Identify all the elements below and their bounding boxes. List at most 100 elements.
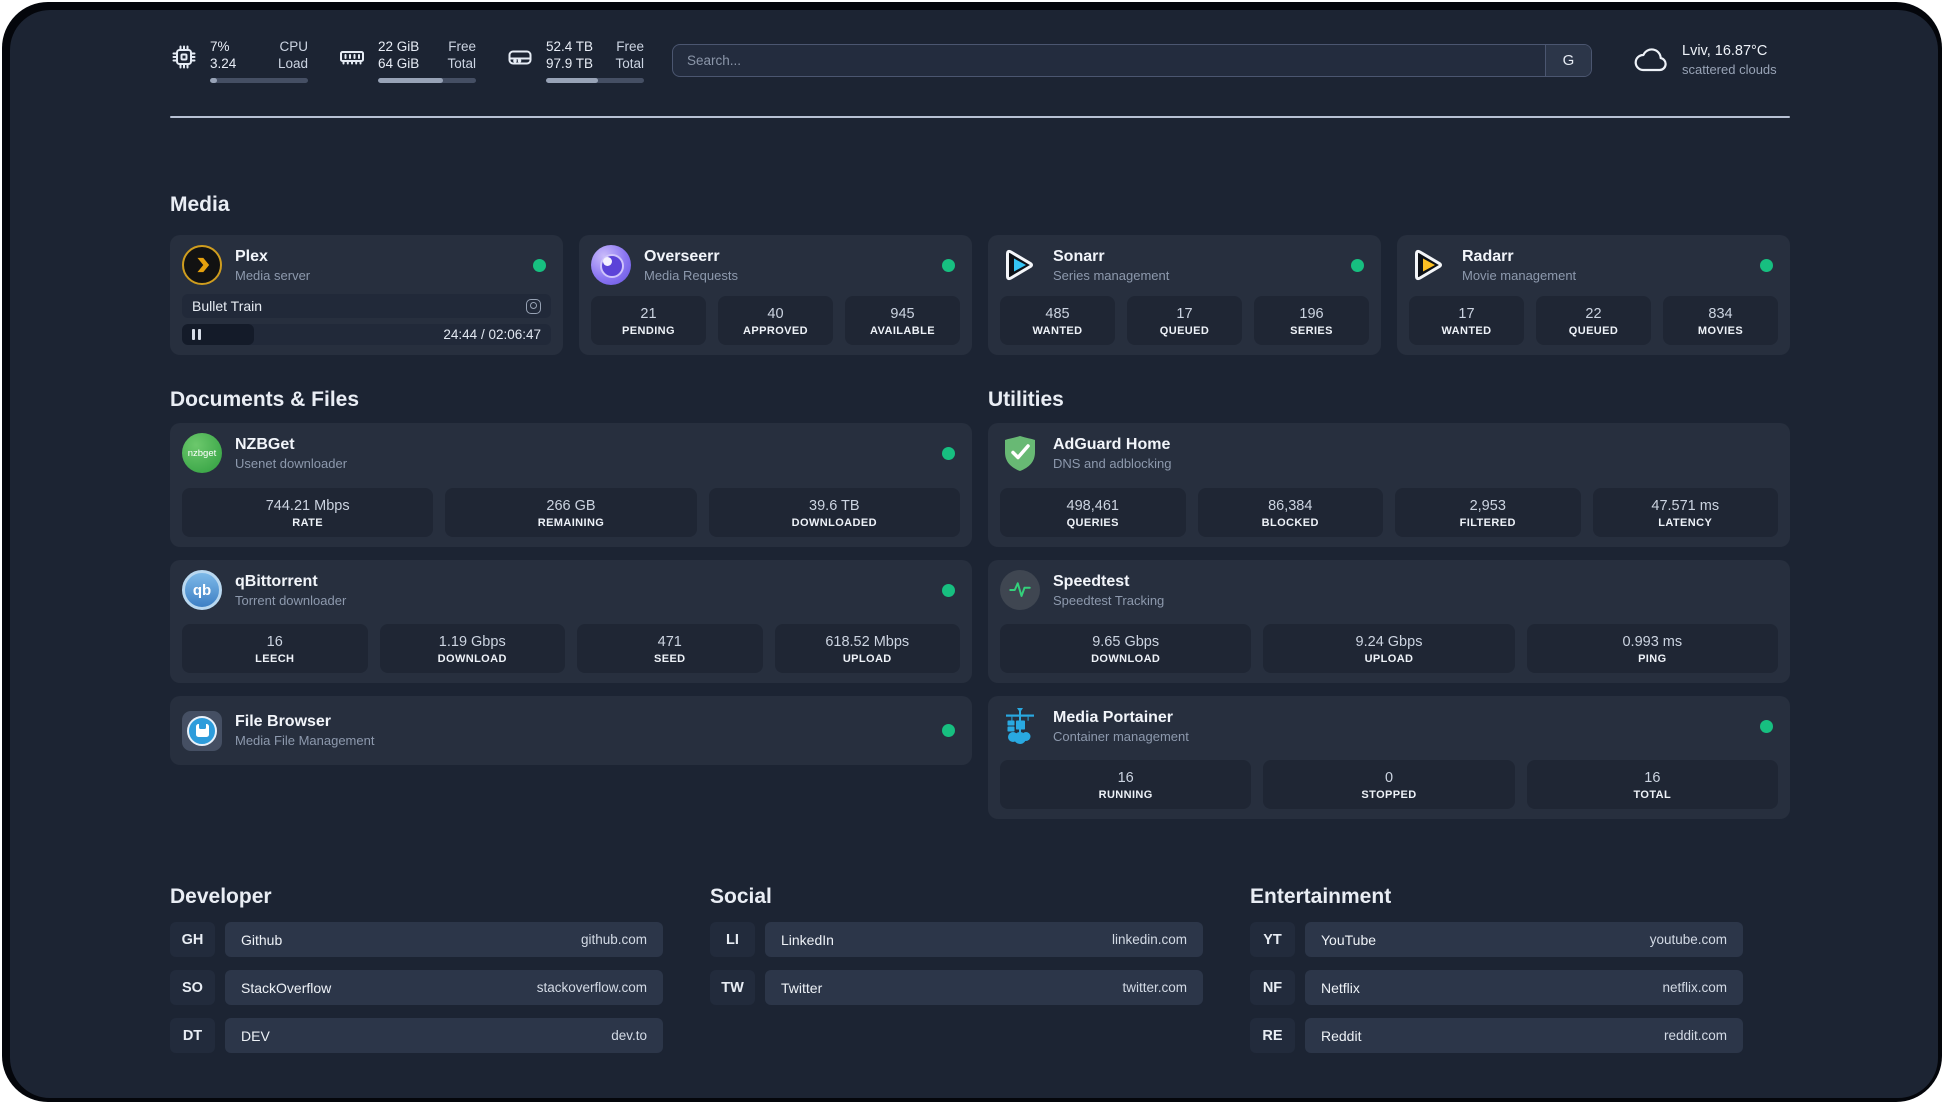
app-title: AdGuard Home [1053, 435, 1171, 453]
stat-box: 196 SERIES [1254, 296, 1369, 345]
app-subtitle: Speedtest Tracking [1053, 592, 1165, 608]
cpu-icon [172, 45, 196, 68]
stat-box: 471 SEED [577, 624, 763, 673]
link-github[interactable]: GH Github github.com [170, 922, 663, 957]
section-title-developer: Developer [170, 885, 272, 908]
app-card-nzbget[interactable]: nzbget NZBGet Usenet downloader 744.21 M… [170, 423, 972, 547]
search-bar: G [672, 43, 1592, 77]
app-title: qBittorrent [235, 572, 318, 590]
search-input[interactable] [673, 44, 1545, 76]
app-title: Speedtest [1053, 572, 1130, 590]
link-stackoverflow[interactable]: SO StackOverflow stackoverflow.com [170, 970, 663, 1005]
app-card-sonarr[interactable]: Sonarr Series management 485 WANTED 17 QUE… [988, 235, 1381, 355]
stat-box: 834 MOVIES [1663, 296, 1778, 345]
pause-icon[interactable] [192, 329, 201, 341]
ram-icon [340, 50, 364, 64]
link-url: linkedin.com [1111, 932, 1187, 947]
app-card-radarr[interactable]: Radarr Movie management 17 WANTED 22 QUEUE… [1397, 235, 1790, 355]
session-camera-icon [526, 298, 541, 314]
ram-stat: 22 GiB Free 64 GiB Total [338, 38, 476, 83]
link-reddit[interactable]: RE Reddit reddit.com [1250, 1018, 1743, 1053]
cpu-load-value: 3.24 [210, 56, 237, 71]
link-abbr: RE [1250, 1018, 1295, 1053]
app-title: Overseerr [644, 247, 720, 265]
ram-free-value: 22 GiB [378, 38, 420, 54]
stat-box: 86,384 BLOCKED [1197, 488, 1383, 537]
section-title-documents: Documents & Files [170, 388, 360, 411]
cpu-usage-label: CPU [279, 38, 308, 54]
link-dev[interactable]: DT DEV dev.to [170, 1018, 663, 1053]
developer-links: GH Github github.com SO StackOverflow stac… [170, 922, 663, 1053]
playback-time: 24:44 / 02:06:47 [443, 327, 541, 343]
link-name: Github [241, 931, 283, 948]
app-card-qbittorrent[interactable]: qb qBittorrent Torrent downloader 16 LEEC… [170, 560, 972, 683]
link-url: twitter.com [1122, 980, 1187, 995]
app-card-overseerr[interactable]: Overseerr Media Requests 21 PENDING 40 APP… [579, 235, 972, 355]
app-subtitle: Media File Management [235, 733, 375, 748]
status-online-dot [1760, 258, 1773, 272]
section-title-utilities: Utilities [988, 388, 1064, 411]
weather-location-temp: Lviv, 16.87°C [1682, 43, 1768, 59]
link-url: dev.to [611, 1028, 647, 1043]
status-online-dot [1351, 258, 1364, 272]
stat-box: 17 QUEUED [1127, 296, 1242, 345]
app-card-filebrowser[interactable]: File Browser Media File Management [170, 696, 972, 765]
app-subtitle: Movie management [1462, 267, 1577, 283]
stat-box: 17 WANTED [1409, 296, 1524, 345]
status-online-dot [533, 258, 546, 272]
documents-column: nzbget NZBGet Usenet downloader 744.21 M… [170, 423, 972, 765]
stat-box: 39.6 TB DOWNLOADED [708, 488, 960, 537]
search-engine-button[interactable]: G [1545, 44, 1591, 76]
now-playing-row: Bullet Train [182, 294, 551, 319]
link-url: github.com [580, 932, 647, 947]
stat-box: 0 STOPPED [1263, 760, 1515, 809]
link-abbr: LI [710, 922, 755, 957]
disk-free-value: 52.4 TB [546, 38, 594, 54]
link-netflix[interactable]: NF Netflix netflix.com [1250, 970, 1743, 1005]
social-links: LI LinkedIn linkedin.com TW Twitter twitte… [710, 922, 1203, 1005]
app-subtitle: Container management [1053, 728, 1189, 744]
link-abbr: YT [1250, 922, 1295, 957]
status-online-dot [942, 583, 955, 597]
app-subtitle: Media server [235, 267, 311, 283]
app-card-portainer[interactable]: Media Portainer Container management 16 R… [988, 696, 1790, 819]
stat-box: 2,953 FILTERED [1395, 488, 1581, 537]
playback-progress-bar[interactable]: 24:44 / 02:06:47 [182, 324, 551, 345]
link-name: Reddit [1321, 1027, 1362, 1044]
stat-box: 22 QUEUED [1536, 296, 1651, 345]
section-title-media: Media [170, 193, 230, 216]
dashboard-page: 7% CPU 3.24 Load 22 GiB Free 64 GiB Total [10, 10, 1938, 1098]
stat-box: 9.65 Gbps DOWNLOAD [1000, 624, 1252, 673]
media-grid: Plex Media server Bullet Train 24:44 / 0… [170, 235, 1790, 355]
disk-total-value: 97.9 TB [546, 56, 594, 71]
app-subtitle: Media Requests [644, 267, 738, 283]
app-title: NZBGet [235, 435, 295, 453]
stat-box: 485 WANTED [1000, 296, 1115, 345]
link-youtube[interactable]: YT YouTube youtube.com [1250, 922, 1743, 957]
link-url: stackoverflow.com [536, 980, 647, 995]
disk-total-label: Total [615, 56, 644, 71]
utilities-column: AdGuard Home DNS and adblocking 498,461 Q… [988, 423, 1790, 819]
link-url: netflix.com [1662, 980, 1727, 995]
weather-condition: scattered clouds [1682, 62, 1777, 77]
link-abbr: TW [710, 970, 755, 1005]
link-twitter[interactable]: TW Twitter twitter.com [710, 970, 1203, 1005]
stat-box: 744.21 Mbps RATE [182, 488, 434, 537]
app-title: Sonarr [1053, 247, 1105, 265]
adguard-icon [1000, 433, 1040, 473]
link-name: LinkedIn [781, 931, 834, 948]
stat-box: 0.993 ms PING [1526, 624, 1778, 673]
link-linkedin[interactable]: LI LinkedIn linkedin.com [710, 922, 1203, 957]
window-frame: 7% CPU 3.24 Load 22 GiB Free 64 GiB Total [2, 2, 1942, 1102]
stat-box: 498,461 QUERIES [1000, 488, 1186, 537]
stat-box: 16 TOTAL [1526, 760, 1778, 809]
disk-free-label: Free [616, 38, 644, 54]
plex-icon [182, 245, 222, 285]
link-abbr: NF [1250, 970, 1295, 1005]
app-card-speedtest[interactable]: Speedtest Speedtest Tracking 9.65 Gbps DO… [988, 560, 1790, 683]
app-card-plex[interactable]: Plex Media server Bullet Train 24:44 / 0… [170, 235, 563, 355]
section-title-entertainment: Entertainment [1250, 885, 1392, 908]
app-card-adguard[interactable]: AdGuard Home DNS and adblocking 498,461 Q… [988, 423, 1790, 547]
app-subtitle: Torrent downloader [235, 592, 347, 608]
app-title: Media Portainer [1053, 708, 1174, 726]
